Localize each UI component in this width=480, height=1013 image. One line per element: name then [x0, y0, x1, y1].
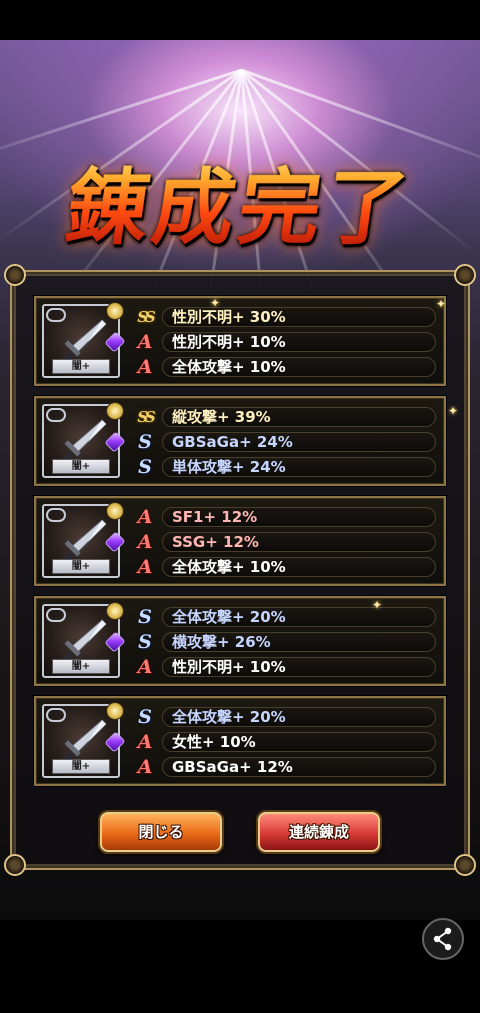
share-button[interactable] [422, 918, 464, 960]
trait-text: 性別不明+ 10% [172, 333, 286, 351]
trait-row: A 全体攻撃+ 10% [132, 356, 436, 378]
trait-text: GBSaGa+ 24% [172, 433, 293, 451]
share-icon [433, 927, 452, 951]
rank-badge-icon: A [137, 331, 153, 353]
trait-row: A 性別不明+ 10% [132, 331, 436, 353]
trait-row: S 全体攻撃+ 20% [132, 606, 436, 628]
trait-text: SF1+ 12% [172, 508, 258, 526]
seal-icon [106, 302, 124, 320]
seal-icon [106, 702, 124, 720]
rank-badge-icon: A [137, 506, 153, 528]
frame-corner-ornament [454, 264, 476, 286]
rank-badge-icon: A [137, 656, 153, 678]
trait-row: A GBSaGa+ 12% [132, 756, 436, 778]
rank-badge-icon: A [137, 531, 153, 553]
trait-row: A 性別不明+ 10% [132, 656, 436, 678]
trait-row: S 横攻撃+ 26% [132, 631, 436, 653]
trait-text: 全体攻撃+ 10% [172, 358, 286, 376]
trait-row: A SF1+ 12% [132, 506, 436, 528]
seal-icon [106, 502, 124, 520]
result-card: 闇+ S 全体攻撃+ 20% S 横攻撃+ 26% A 性別不明+ 10% [34, 596, 446, 686]
trait-text: 全体攻撃+ 20% [172, 608, 286, 626]
seal-icon [106, 602, 124, 620]
item-label: 闇+ [52, 759, 110, 774]
sparkle-decoration: ✦ [436, 297, 447, 311]
frame-corner-ornament [4, 854, 26, 876]
result-card: 闇+ SS 性別不明+ 30% A 性別不明+ 10% A 全体攻撃+ 10% [34, 296, 446, 386]
rank-badge-icon: A [137, 731, 153, 753]
trait-text: 全体攻撃+ 20% [172, 708, 286, 726]
title-banner: 錬成完了 [30, 138, 450, 263]
trait-row: S 単体攻撃+ 24% [132, 456, 436, 478]
trait-row: A 女性+ 10% [132, 731, 436, 753]
rank-badge-icon: A [137, 756, 153, 778]
sparkle-decoration: ✦ [210, 296, 221, 310]
frame-corner-ornament [4, 264, 26, 286]
item-label: 闇+ [52, 659, 110, 674]
trait-row: SS 性別不明+ 30% [132, 306, 436, 328]
trait-text: 縦攻撃+ 39% [172, 408, 271, 426]
item-label: 闇+ [52, 359, 110, 374]
result-card: 闇+ A SF1+ 12% A SSG+ 12% A 全体攻撃+ 10% [34, 496, 446, 586]
item-label: 闇+ [52, 559, 110, 574]
rank-badge-icon: SS [137, 408, 155, 426]
rank-badge-icon: S [138, 706, 152, 728]
sparkle-decoration: ✦ [448, 404, 459, 418]
trait-row: S 全体攻撃+ 20% [132, 706, 436, 728]
sparkle-decoration: ✦ [372, 598, 383, 612]
seal-icon [106, 402, 124, 420]
trait-row: A SSG+ 12% [132, 531, 436, 553]
bottom-area [0, 920, 480, 1013]
trait-text: 全体攻撃+ 10% [172, 558, 286, 576]
frame-corner-ornament [454, 854, 476, 876]
trait-text: 性別不明+ 30% [172, 308, 286, 326]
continuous-refine-button[interactable]: 連続錬成 [258, 812, 380, 852]
rank-badge-icon: SS [137, 308, 155, 326]
trait-text: 単体攻撃+ 24% [172, 458, 286, 476]
trait-row: S GBSaGa+ 24% [132, 431, 436, 453]
close-button[interactable]: 閉じる [100, 812, 222, 852]
page-title: 錬成完了 [60, 141, 421, 260]
status-bar [0, 0, 480, 40]
rank-badge-icon: A [137, 356, 153, 378]
trait-text: GBSaGa+ 12% [172, 758, 293, 776]
item-label: 闇+ [52, 459, 110, 474]
rank-badge-icon: S [138, 431, 152, 453]
rank-badge-icon: A [137, 556, 153, 578]
trait-text: 横攻撃+ 26% [172, 633, 271, 651]
trait-text: SSG+ 12% [172, 533, 259, 551]
trait-row: SS 縦攻撃+ 39% [132, 406, 436, 428]
result-card: 闇+ S 全体攻撃+ 20% A 女性+ 10% A GBSaGa+ 12% [34, 696, 446, 786]
trait-text: 女性+ 10% [172, 733, 256, 751]
result-card: 闇+ SS 縦攻撃+ 39% S GBSaGa+ 24% S 単体攻撃+ 24% [34, 396, 446, 486]
rank-badge-icon: S [138, 606, 152, 628]
rank-badge-icon: S [138, 456, 152, 478]
trait-row: A 全体攻撃+ 10% [132, 556, 436, 578]
rank-badge-icon: S [138, 631, 152, 653]
trait-text: 性別不明+ 10% [172, 658, 286, 676]
